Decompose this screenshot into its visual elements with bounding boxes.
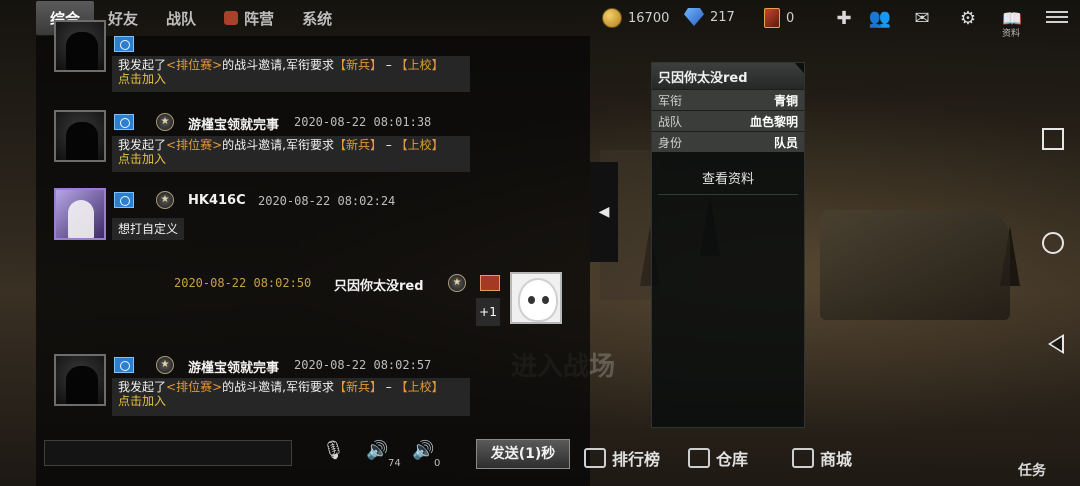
gold-resource: 16700 <box>602 8 669 28</box>
text-bubble: 想打自定义 <box>112 218 185 240</box>
row-key: 战队 <box>658 114 683 129</box>
invite-bubble: 我发起了<排位赛>的战斗邀请,军衔要求【新兵】 – 【上校】 点击加入 <box>112 56 470 92</box>
avatar[interactable] <box>510 272 562 324</box>
row-key: 身份 <box>658 135 683 150</box>
tab-label: 系统 <box>302 9 333 28</box>
chat-input[interactable] <box>44 440 292 466</box>
message-time: 2020-08-22 08:02:24 <box>258 194 396 208</box>
rank-icon: ★ <box>156 356 174 374</box>
microphone-icon[interactable]: 🎙 <box>322 440 345 464</box>
row-value: 青铜 <box>773 93 798 108</box>
profile-row-rank: 军衔 青铜 <box>652 89 804 110</box>
recent-apps-icon[interactable] <box>1042 128 1064 150</box>
message-time: 2020-08-22 08:02:57 <box>294 358 432 372</box>
leaderboard-menu[interactable]: 排行榜 <box>584 446 660 470</box>
avatar[interactable] <box>54 354 106 406</box>
menu-label: 仓库 <box>716 450 749 469</box>
profile-row-role: 身份 队员 <box>652 131 804 152</box>
card-amount: 0 <box>786 10 795 26</box>
settings-icon[interactable]: ⚙ <box>956 8 980 30</box>
task-button[interactable]: 任务 <box>1018 460 1046 480</box>
tab-label: 阵营 <box>244 9 275 28</box>
platform-badge-icon <box>114 357 134 373</box>
chat-panel: 我发起了<排位赛>的战斗邀请,军衔要求【新兵】 – 【上校】 点击加入 ★ 游槿… <box>36 20 590 486</box>
mic-count: 0 <box>434 458 441 469</box>
profile-name: 只因你太没red <box>652 63 804 89</box>
rank-icon: ★ <box>448 274 466 292</box>
diamond-icon <box>684 8 704 26</box>
tab-team[interactable]: 战队 <box>152 1 210 35</box>
home-icon[interactable] <box>1042 232 1064 254</box>
mail-icon[interactable]: ✉ <box>910 8 934 30</box>
tank-image <box>820 210 1010 320</box>
collapse-chat-button[interactable]: ◀ <box>590 162 618 262</box>
view-profile-button[interactable]: 查看资料 <box>652 166 804 194</box>
profile-row-team: 战队 血色黎明 <box>652 110 804 131</box>
join-link[interactable]: 点击加入 <box>118 394 166 408</box>
sender-name[interactable]: 游槿宝领就完事 <box>188 357 279 376</box>
back-icon[interactable] <box>1048 334 1064 354</box>
shop-menu[interactable]: 商城 <box>792 446 852 470</box>
warehouse-menu[interactable]: 仓库 <box>688 446 748 470</box>
tab-system[interactable]: 系统 <box>288 1 346 35</box>
message-time: 2020-08-22 08:01:38 <box>294 115 432 129</box>
sender-name[interactable]: 只因你太没red <box>334 275 424 294</box>
camp-icon <box>224 11 239 25</box>
sender-name[interactable]: HK416C <box>188 193 246 208</box>
row-value: 队员 <box>773 135 798 150</box>
top-bar: 综合 好友 战队 阵营 系统 16700 217 0 ✚ 👥 ✉ ⚙ 📖 资料 <box>0 0 1080 39</box>
card-icon <box>764 8 780 28</box>
tab-label: 战队 <box>166 9 197 28</box>
platform-badge-icon <box>114 36 134 52</box>
player-profile-popup: 只因你太没red 军衔 青铜 战队 血色黎明 身份 队员 查看资料 <box>651 62 805 428</box>
warehouse-icon <box>688 448 710 468</box>
sender-name[interactable]: 游槿宝领就完事 <box>188 114 279 133</box>
shop-icon <box>792 448 814 468</box>
invite-bubble: 我发起了<排位赛>的战斗邀请,军衔要求【新兵】 – 【上校】 点击加入 <box>112 136 470 172</box>
gold-coin-icon <box>602 8 622 28</box>
book-label: 资料 <box>1002 29 1021 39</box>
message-time: 2020-08-22 08:02:50 <box>174 276 312 290</box>
send-button[interactable]: 发送(1)秒 <box>476 439 570 469</box>
invite-bubble: 我发起了<排位赛>的战斗邀请,军衔要求【新兵】 – 【上校】 点击加入 <box>112 378 470 416</box>
platform-badge-icon <box>114 192 134 208</box>
add-icon[interactable]: ✚ <box>832 8 856 30</box>
diamond-resource: 217 <box>684 8 735 26</box>
rank-icon: ★ <box>156 191 174 209</box>
avatar[interactable] <box>54 110 106 162</box>
diamond-amount: 217 <box>710 9 735 25</box>
divider <box>658 194 798 195</box>
menu-label: 排行榜 <box>612 450 661 469</box>
join-link[interactable]: 点击加入 <box>118 72 166 86</box>
gold-amount: 16700 <box>628 10 670 26</box>
join-link[interactable]: 点击加入 <box>118 152 166 166</box>
menu-label: 商城 <box>820 450 853 469</box>
platform-badge-icon <box>114 114 134 130</box>
avatar[interactable] <box>54 188 106 240</box>
avatar[interactable] <box>54 20 106 72</box>
row-key: 军衔 <box>658 93 683 108</box>
row-value: 血色黎明 <box>749 114 798 129</box>
camp-badge-icon <box>480 275 500 291</box>
card-resource: 0 <box>764 8 794 28</box>
tab-camp[interactable]: 阵营 <box>210 1 288 35</box>
leaderboard-icon <box>584 448 606 468</box>
rank-icon: ★ <box>156 113 174 131</box>
tab-label: 好友 <box>108 9 139 28</box>
plus-one-bubble: +1 <box>476 298 500 326</box>
menu-icon[interactable] <box>1046 8 1068 26</box>
friends-icon[interactable]: 👥 <box>868 8 892 30</box>
speaker-count: 74 <box>388 458 401 469</box>
